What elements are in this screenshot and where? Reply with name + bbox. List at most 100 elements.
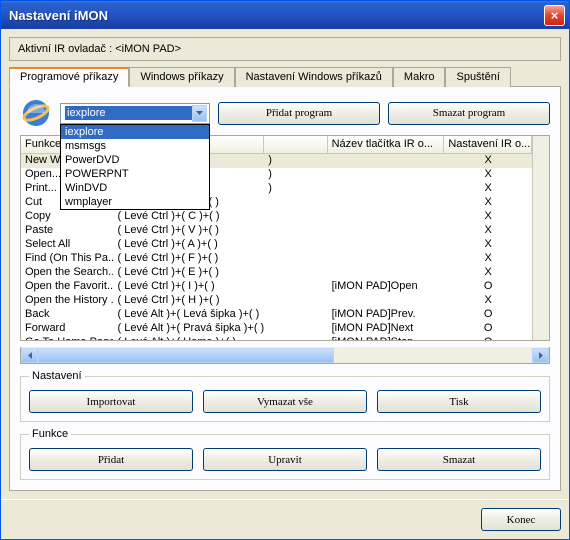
tab-0[interactable]: Programové příkazy [9, 67, 129, 87]
table-row[interactable]: Open the History ...( Levé Ctrl )+( H )+… [21, 294, 532, 308]
tab-1[interactable]: Windows příkazy [129, 67, 234, 87]
delete-program-button[interactable]: Smazat program [388, 102, 550, 125]
cell: X [444, 294, 532, 308]
program-dropdown[interactable]: iexploremsmsgsPowerDVDPOWERPNTWinDVDwmpl… [60, 124, 210, 210]
print-button[interactable]: Tisk [377, 390, 541, 413]
cell [328, 182, 445, 196]
cell: Open the Favorit... [21, 280, 113, 294]
program-row: iexplore iexploremsmsgsPowerDVDPOWERPNTW… [20, 97, 550, 129]
table-row[interactable]: Forward( Levé Alt )+( Pravá šipka )+( )[… [21, 322, 532, 336]
dropdown-item[interactable]: PowerDVD [61, 153, 209, 167]
cell: ( Levé Ctrl )+( C )+( ) [113, 210, 264, 224]
scroll-track[interactable] [38, 348, 532, 363]
cell: Find (On This Pa... [21, 252, 113, 266]
cell: O [444, 280, 532, 294]
column-header[interactable] [264, 136, 327, 153]
cell: X [444, 252, 532, 266]
column-header[interactable]: Nastavení IR o... [444, 136, 532, 153]
add-button[interactable]: Přidat [29, 448, 193, 471]
edit-button[interactable]: Upravit [203, 448, 367, 471]
settings-fieldset: Nastavení Importovat Vymazat vše Tisk [20, 370, 550, 422]
cell [328, 238, 445, 252]
tabs: Programové příkazyWindows příkazyNastave… [9, 67, 561, 87]
window: Nastavení iMON × Aktivní IR ovladač : <i… [0, 0, 570, 540]
cell: ( Levé Ctrl )+( E )+( ) [113, 266, 264, 280]
window-title: Nastavení iMON [9, 8, 544, 23]
table-row[interactable]: Open the Search...( Levé Ctrl )+( E )+( … [21, 266, 532, 280]
tab-2[interactable]: Nastavení Windows příkazů [235, 67, 393, 87]
dropdown-item[interactable]: iexplore [61, 125, 209, 139]
cell [328, 210, 445, 224]
cell: Open the Search... [21, 266, 113, 280]
cell: ( Levé Ctrl )+( I )+( ) [113, 280, 264, 294]
table-row[interactable]: Select All( Levé Ctrl )+( A )+( )X [21, 238, 532, 252]
cell [264, 224, 327, 238]
table-row[interactable]: Copy( Levé Ctrl )+( C )+( )X [21, 210, 532, 224]
cell [328, 196, 445, 210]
dropdown-item[interactable]: WinDVD [61, 181, 209, 195]
horizontal-scrollbar[interactable] [20, 347, 550, 364]
cell: X [444, 266, 532, 280]
internet-explorer-icon [20, 97, 52, 129]
cell [328, 266, 445, 280]
program-combo-wrap: iexplore iexploremsmsgsPowerDVDPOWERPNTW… [60, 103, 210, 124]
cell [328, 294, 445, 308]
scroll-left-icon[interactable] [21, 348, 38, 363]
cell [328, 224, 445, 238]
cell: X [444, 182, 532, 196]
table-row[interactable]: Go To Homa Page( Levé Alt )+( Home )+( )… [21, 336, 532, 340]
cell [328, 168, 445, 182]
cell: ( Levé Alt )+( Pravá šipka )+( ) [113, 322, 264, 336]
table-row[interactable]: Open the Favorit...( Levé Ctrl )+( I )+(… [21, 280, 532, 294]
scroll-thumb[interactable] [38, 348, 334, 363]
cell [264, 280, 327, 294]
cell: X [444, 224, 532, 238]
cell: X [444, 154, 532, 168]
functions-legend: Funkce [29, 428, 71, 440]
cell: O [444, 322, 532, 336]
cell [264, 322, 327, 336]
active-controller-bar: Aktivní IR ovladač : <iMON PAD> [9, 37, 561, 61]
scroll-right-icon[interactable] [532, 348, 549, 363]
cell: ) [264, 182, 327, 196]
combo-value: iexplore [65, 106, 192, 120]
cell: [iMON PAD]Stop [328, 336, 445, 340]
titlebar[interactable]: Nastavení iMON × [1, 1, 569, 29]
cell: Open the History ... [21, 294, 113, 308]
cell: ( Levé Ctrl )+( A )+( ) [113, 238, 264, 252]
dropdown-item[interactable]: POWERPNT [61, 167, 209, 181]
cell [264, 294, 327, 308]
close-icon[interactable]: × [544, 5, 565, 26]
cell: X [444, 238, 532, 252]
cell: X [444, 196, 532, 210]
import-button[interactable]: Importovat [29, 390, 193, 413]
footer: Konec [1, 499, 569, 539]
close-button[interactable]: Konec [481, 508, 561, 531]
table-row[interactable]: Paste( Levé Ctrl )+( V )+( )X [21, 224, 532, 238]
column-header[interactable]: Název tlačítka IR o... [328, 136, 445, 153]
cell: ( Levé Ctrl )+( F )+( ) [113, 252, 264, 266]
vertical-scrollbar[interactable] [532, 136, 549, 340]
dropdown-item[interactable]: msmsgs [61, 139, 209, 153]
tab-3[interactable]: Makro [393, 67, 446, 87]
add-program-button[interactable]: Přidat program [218, 102, 380, 125]
functions-fieldset: Funkce Přidat Upravit Smazat [20, 428, 550, 480]
clear-all-button[interactable]: Vymazat vše [203, 390, 367, 413]
dropdown-item[interactable]: wmplayer [61, 195, 209, 209]
cell: Forward [21, 322, 113, 336]
chevron-down-icon[interactable] [192, 105, 207, 122]
table-row[interactable]: Back( Levé Alt )+( Levá šipka )+( )[iMON… [21, 308, 532, 322]
tab-4[interactable]: Spuštění [445, 67, 510, 87]
cell [264, 308, 327, 322]
program-combo[interactable]: iexplore [60, 103, 210, 124]
cell: Back [21, 308, 113, 322]
cell: Copy [21, 210, 113, 224]
table-row[interactable]: Find (On This Pa...( Levé Ctrl )+( F )+(… [21, 252, 532, 266]
cell [264, 196, 327, 210]
cell [264, 336, 327, 340]
cell [328, 154, 445, 168]
cell: ) [264, 154, 327, 168]
delete-button[interactable]: Smazat [377, 448, 541, 471]
cell: [iMON PAD]Open [328, 280, 445, 294]
cell: Go To Homa Page [21, 336, 113, 340]
